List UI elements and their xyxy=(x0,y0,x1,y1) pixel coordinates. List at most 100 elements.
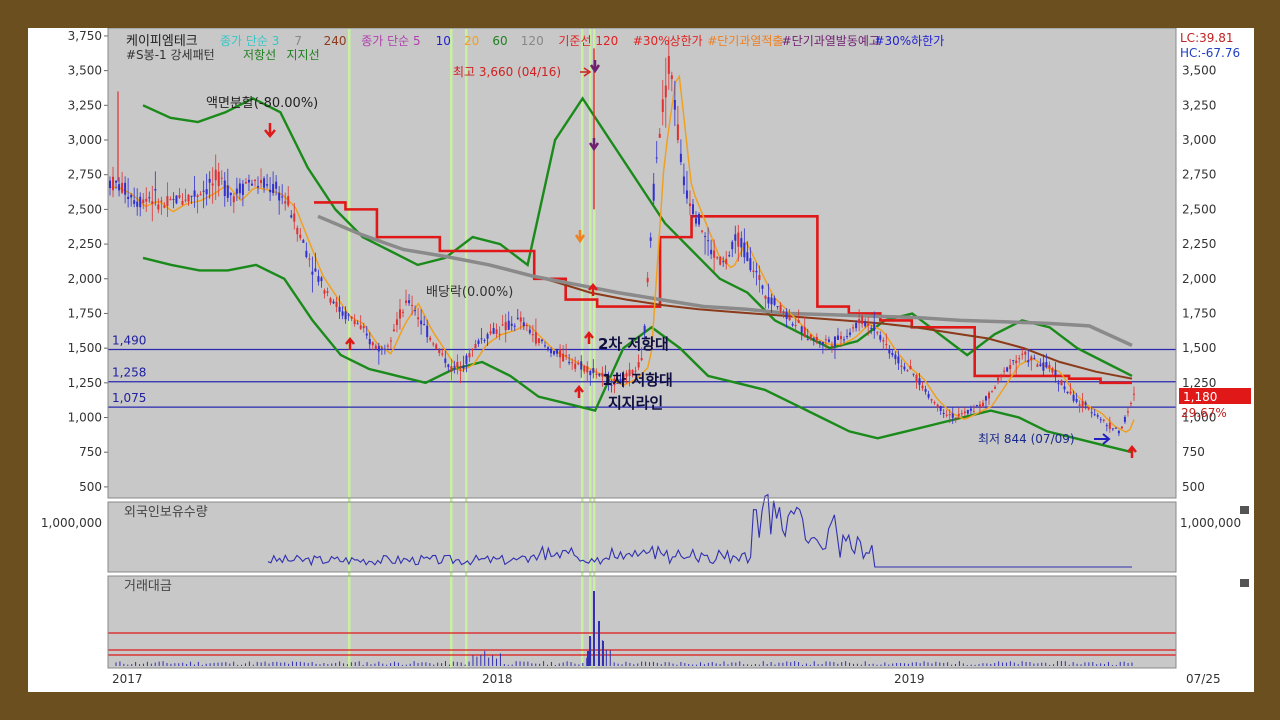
candle-body xyxy=(187,194,190,202)
candle-body xyxy=(936,404,939,408)
price-tag: 1,180 xyxy=(1183,390,1217,404)
foreign-y-tick-right: 1,000,000 xyxy=(1180,516,1241,530)
y-tick-right: 1,750 xyxy=(1182,306,1216,320)
candle-body xyxy=(1133,393,1135,395)
candle-body xyxy=(864,321,867,327)
candle-body xyxy=(1105,425,1108,427)
candle-body xyxy=(731,241,734,250)
candle-body xyxy=(1063,386,1066,390)
candle-body xyxy=(411,304,414,306)
candle-body xyxy=(510,323,513,326)
candle-body xyxy=(459,369,462,371)
candle-body xyxy=(1078,404,1081,406)
annotation-resist1: 1차 저항대 xyxy=(602,371,673,389)
y-tick-left: 3,750 xyxy=(68,29,102,43)
candle-body xyxy=(1090,412,1093,414)
annotation-support: 지지라인 xyxy=(608,394,663,412)
candle-body xyxy=(1009,365,1012,369)
candle-body xyxy=(568,361,571,364)
candle-body xyxy=(163,205,166,208)
candle-body xyxy=(571,362,574,364)
candle-body xyxy=(275,181,278,189)
panel-close-icon-2[interactable] xyxy=(1240,579,1249,587)
candle-body xyxy=(818,341,821,343)
volume-panel-title: 거래대금 xyxy=(124,579,172,594)
candle-body xyxy=(809,334,812,338)
candle-body xyxy=(362,326,365,329)
legend-item: 저항선 xyxy=(243,48,276,62)
legend-item: #30%하한가 xyxy=(874,34,944,48)
candle-body xyxy=(767,297,770,304)
candle-body xyxy=(338,306,341,312)
candle-body xyxy=(208,178,211,183)
candle-body xyxy=(290,215,293,218)
candle-body xyxy=(800,326,803,333)
candle-body xyxy=(592,368,595,374)
candle-body xyxy=(205,189,208,195)
annotation-low: 최저 844 (07/09) xyxy=(978,432,1075,446)
candle-body xyxy=(121,182,124,193)
candle-body xyxy=(383,348,386,350)
candle-body xyxy=(115,181,118,183)
legend-item: #30%상한가 xyxy=(633,34,703,48)
candle-body xyxy=(876,332,879,334)
y-tick-right: 2,250 xyxy=(1182,237,1216,251)
candle-body xyxy=(263,178,266,188)
candle-body xyxy=(698,213,701,225)
candle-body xyxy=(782,311,785,314)
candle-body xyxy=(858,319,861,324)
candle-body xyxy=(293,213,296,222)
candle-body xyxy=(966,409,969,414)
candle-body xyxy=(927,393,930,398)
candle-body xyxy=(643,325,646,333)
candle-body xyxy=(791,323,794,326)
candle-body xyxy=(764,295,767,299)
candle-body xyxy=(679,153,682,163)
candle-body xyxy=(849,332,852,335)
y-tick-left: 1,500 xyxy=(68,341,102,355)
candle-body xyxy=(830,345,833,347)
annotation-resist2: 2차 저항대 xyxy=(598,335,669,353)
candle-body xyxy=(450,366,453,372)
candle-body xyxy=(740,238,743,248)
panel-close-icon-1[interactable] xyxy=(1240,506,1249,514)
candle-body xyxy=(314,268,317,272)
legend-item: 7 xyxy=(294,34,302,48)
candle-body xyxy=(359,325,362,329)
candle-body xyxy=(537,338,540,343)
candle-body xyxy=(906,370,909,372)
y-tick-right: 750 xyxy=(1182,445,1205,459)
candle-body xyxy=(559,349,562,358)
candle-body xyxy=(395,319,398,325)
candle-body xyxy=(516,317,519,319)
candle-body xyxy=(260,179,263,184)
chart-svg[interactable]: 1,4901,2581,075 500 500750 7501,000 1,0001,… xyxy=(28,28,1254,692)
y-tick-left: 3,000 xyxy=(68,133,102,147)
candle-body xyxy=(341,311,344,316)
candle-body xyxy=(432,343,435,345)
candle-body xyxy=(468,353,471,358)
candle-body xyxy=(374,345,377,350)
candle-body xyxy=(456,361,459,367)
candle-body xyxy=(743,242,746,258)
legend-item: 기준선 120 xyxy=(558,34,618,48)
candle-body xyxy=(981,402,984,407)
candle-body xyxy=(918,378,921,385)
y-tick-left: 500 xyxy=(79,480,102,494)
candle-body xyxy=(320,277,323,282)
candle-body xyxy=(797,320,800,323)
candle-body xyxy=(217,171,220,186)
candle-body xyxy=(489,331,492,334)
candle-body xyxy=(332,301,335,304)
candle-body xyxy=(891,352,894,356)
candle-body xyxy=(722,261,725,263)
candle-body xyxy=(380,348,383,350)
candle-body xyxy=(145,198,148,202)
candle-body xyxy=(586,366,589,373)
candle-body xyxy=(770,297,773,305)
foreign-y-tick-left: 1,000,000 xyxy=(41,516,102,530)
legend-item: #단기과열적출 xyxy=(707,34,783,48)
candle-body xyxy=(1000,375,1003,378)
candle-body xyxy=(900,365,903,367)
candle-body xyxy=(824,339,827,341)
